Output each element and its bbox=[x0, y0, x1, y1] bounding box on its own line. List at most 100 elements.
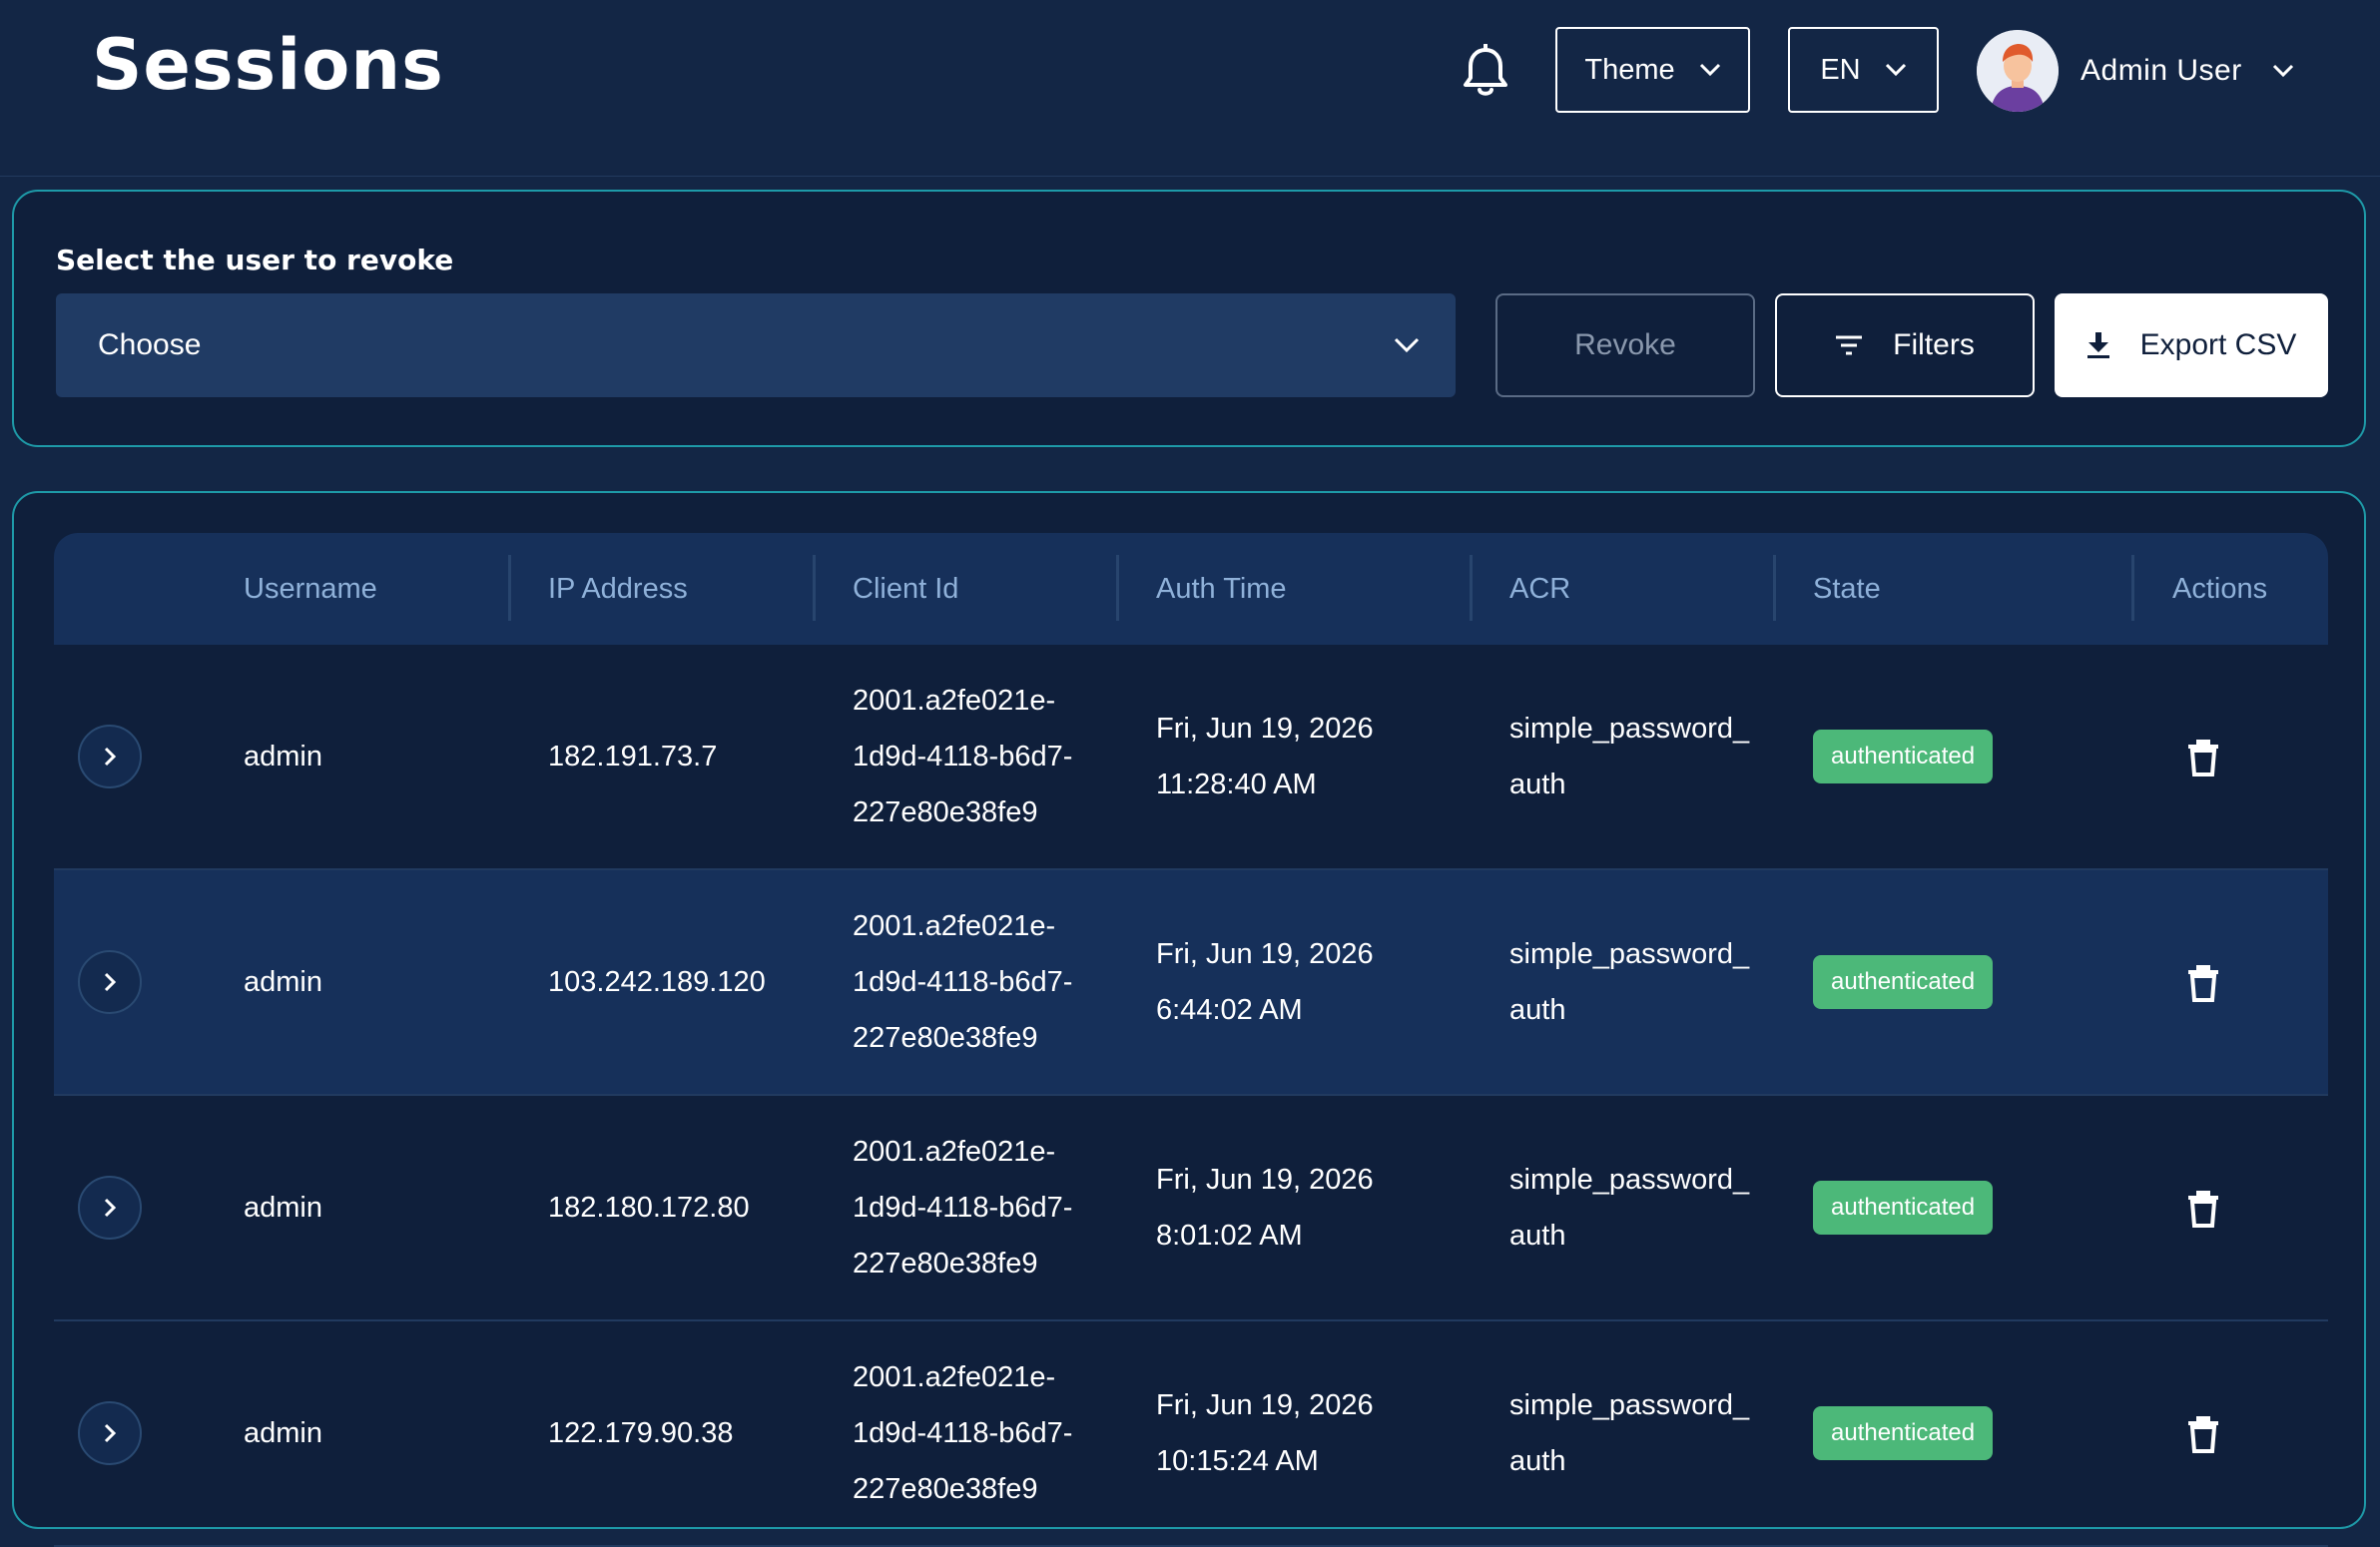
chevron-right-icon bbox=[104, 1198, 117, 1218]
cell-acr: simple_password_ auth bbox=[1509, 645, 1749, 868]
acr-line: simple_password_ bbox=[1509, 713, 1750, 745]
user-select[interactable]: Choose bbox=[56, 293, 1456, 397]
column-header-acr[interactable]: ACR bbox=[1509, 533, 1570, 645]
auth-clock: 10:15:24 AM bbox=[1156, 1445, 1319, 1477]
acr-line: auth bbox=[1509, 1445, 1566, 1477]
user-select-value: Choose bbox=[98, 328, 202, 361]
column-header-ip-address[interactable]: IP Address bbox=[548, 533, 688, 645]
download-icon bbox=[2086, 332, 2109, 358]
client-id-line: 1d9d-4118-b6d7- bbox=[853, 1192, 1073, 1224]
column-header-auth-time[interactable]: Auth Time bbox=[1156, 533, 1287, 645]
acr-line: simple_password_ bbox=[1509, 1389, 1750, 1421]
revoke-select-label: Select the user to revoke bbox=[56, 244, 454, 276]
column-divider bbox=[508, 555, 511, 621]
column-divider bbox=[1773, 555, 1776, 621]
auth-date: Fri, Jun 19, 2026 bbox=[1156, 1164, 1374, 1196]
column-divider bbox=[1470, 555, 1473, 621]
chevron-right-icon bbox=[104, 747, 117, 767]
table-header: Username IP Address Client Id Auth Time … bbox=[54, 533, 2328, 645]
cell-username: admin bbox=[244, 1192, 322, 1224]
table-row: admin 182.180.172.80 2001.a2fe021e- 1d9d… bbox=[54, 1096, 2328, 1321]
acr-line: simple_password_ bbox=[1509, 1164, 1750, 1196]
revoke-button[interactable]: Revoke bbox=[1495, 293, 1755, 397]
user-name: Admin User bbox=[2081, 54, 2242, 87]
chevron-down-icon bbox=[2272, 64, 2293, 78]
revoke-button-label: Revoke bbox=[1574, 328, 1676, 361]
auth-clock: 8:01:02 AM bbox=[1156, 1220, 1303, 1252]
avatar-image bbox=[1977, 30, 2059, 112]
theme-label: Theme bbox=[1584, 53, 1675, 86]
cell-client-id: 2001.a2fe021e- 1d9d-4118-b6d7- 227e80e38… bbox=[853, 645, 1072, 868]
status-badge: authenticated bbox=[1813, 955, 1994, 1009]
chevron-right-icon bbox=[104, 972, 117, 992]
client-id-line: 1d9d-4118-b6d7- bbox=[853, 966, 1073, 998]
expand-row-button[interactable] bbox=[78, 725, 142, 788]
chevron-down-icon bbox=[1394, 337, 1420, 353]
avatar bbox=[1977, 30, 2059, 112]
trash-icon[interactable] bbox=[2186, 964, 2220, 1002]
cell-client-id: 2001.a2fe021e- 1d9d-4118-b6d7- 227e80e38… bbox=[853, 1096, 1072, 1319]
acr-line: auth bbox=[1509, 1220, 1566, 1252]
client-id-line: 1d9d-4118-b6d7- bbox=[853, 741, 1073, 773]
acr-line: auth bbox=[1509, 769, 1566, 800]
client-id-line: 227e80e38fe9 bbox=[853, 796, 1038, 828]
bell-icon[interactable] bbox=[1460, 44, 1511, 100]
cell-acr: simple_password_ auth bbox=[1509, 1096, 1749, 1319]
export-csv-label: Export CSV bbox=[2139, 328, 2297, 361]
table-row: admin 182.191.73.7 2001.a2fe021e- 1d9d-4… bbox=[54, 645, 2328, 870]
client-id-line: 2001.a2fe021e- bbox=[853, 685, 1056, 717]
language-label: EN bbox=[1820, 53, 1861, 86]
status-badge: authenticated bbox=[1813, 730, 1994, 783]
client-id-line: 2001.a2fe021e- bbox=[853, 1361, 1056, 1393]
status-badge: authenticated bbox=[1813, 1181, 1994, 1235]
theme-dropdown[interactable]: Theme bbox=[1555, 27, 1750, 113]
column-header-actions: Actions bbox=[2172, 572, 2268, 605]
trash-icon[interactable] bbox=[2186, 1190, 2220, 1228]
expand-row-button[interactable] bbox=[78, 950, 142, 1014]
cell-client-id: 2001.a2fe021e- 1d9d-4118-b6d7- 227e80e38… bbox=[853, 1321, 1072, 1545]
trash-icon[interactable] bbox=[2186, 1415, 2220, 1453]
client-id-line: 227e80e38fe9 bbox=[853, 1473, 1038, 1505]
cell-client-id: 2001.a2fe021e- 1d9d-4118-b6d7- 227e80e38… bbox=[853, 870, 1072, 1094]
column-header-client-id[interactable]: Client Id bbox=[853, 533, 958, 645]
user-menu[interactable]: Admin User bbox=[1977, 30, 2294, 112]
acr-line: auth bbox=[1509, 994, 1566, 1026]
cell-ip-address: 182.191.73.7 bbox=[548, 741, 718, 773]
language-dropdown[interactable]: EN bbox=[1788, 27, 1939, 113]
export-csv-button[interactable]: Export CSV bbox=[2055, 293, 2328, 397]
cell-ip-address: 182.180.172.80 bbox=[548, 1192, 750, 1224]
client-id-line: 2001.a2fe021e- bbox=[853, 910, 1056, 942]
cell-state: authenticated bbox=[1813, 645, 1994, 868]
page-title: Sessions bbox=[92, 24, 444, 106]
status-badge: authenticated bbox=[1813, 1406, 1994, 1460]
column-header-username[interactable]: Username bbox=[244, 533, 377, 645]
cell-state: authenticated bbox=[1813, 870, 1994, 1094]
chevron-down-icon bbox=[1699, 63, 1720, 77]
auth-date: Fri, Jun 19, 2026 bbox=[1156, 1389, 1374, 1421]
cell-acr: simple_password_ auth bbox=[1509, 1321, 1749, 1545]
client-id-line: 1d9d-4118-b6d7- bbox=[853, 1417, 1073, 1449]
filter-icon bbox=[1836, 335, 1863, 355]
client-id-line: 227e80e38fe9 bbox=[853, 1248, 1038, 1280]
expand-row-button[interactable] bbox=[78, 1176, 142, 1240]
cell-ip-address: 122.179.90.38 bbox=[548, 1417, 734, 1449]
cell-username: admin bbox=[244, 1417, 322, 1449]
cell-auth-time: Fri, Jun 19, 2026 10:15:24 AM bbox=[1156, 1321, 1374, 1545]
cell-acr: simple_password_ auth bbox=[1509, 870, 1749, 1094]
chevron-right-icon bbox=[104, 1423, 117, 1443]
auth-date: Fri, Jun 19, 2026 bbox=[1156, 713, 1374, 745]
cell-auth-time: Fri, Jun 19, 2026 11:28:40 AM bbox=[1156, 645, 1374, 868]
column-divider bbox=[1116, 555, 1119, 621]
column-divider bbox=[813, 555, 816, 621]
cell-state: authenticated bbox=[1813, 1321, 1994, 1545]
expand-row-button[interactable] bbox=[78, 1401, 142, 1465]
client-id-line: 227e80e38fe9 bbox=[853, 1022, 1038, 1054]
column-header-state[interactable]: State bbox=[1813, 533, 1881, 645]
auth-date: Fri, Jun 19, 2026 bbox=[1156, 938, 1374, 970]
table-row: admin 103.242.189.120 2001.a2fe021e- 1d9… bbox=[54, 870, 2328, 1096]
auth-clock: 11:28:40 AM bbox=[1156, 769, 1317, 800]
sessions-table-panel: Username IP Address Client Id Auth Time … bbox=[12, 491, 2366, 1547]
trash-icon[interactable] bbox=[2186, 739, 2220, 776]
acr-line: simple_password_ bbox=[1509, 938, 1750, 970]
filters-button[interactable]: Filters bbox=[1775, 293, 2035, 397]
